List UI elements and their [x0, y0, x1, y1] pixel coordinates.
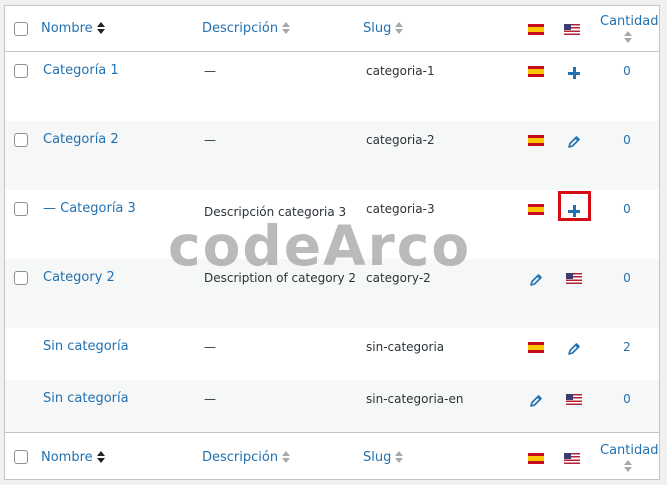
row-checkbox[interactable]	[14, 133, 28, 147]
spanish-flag-icon	[528, 453, 544, 464]
category-slug: categoria-1	[366, 64, 435, 78]
row-checkbox[interactable]	[14, 271, 28, 285]
column-count-header[interactable]: Cantidad	[600, 14, 658, 45]
sort-icon	[96, 22, 105, 34]
table-row: Categoría 2 — categoria-2 0	[5, 121, 659, 190]
column-description-footer[interactable]: Descripción	[202, 450, 291, 465]
sort-icon	[395, 22, 404, 34]
row-checkbox[interactable]	[14, 202, 28, 216]
category-count-link[interactable]: 2	[617, 340, 637, 354]
spanish-flag-icon	[528, 204, 544, 215]
table-row: Sin categoría — sin-categoria 2	[5, 328, 659, 380]
column-slug-header[interactable]: Slug	[363, 21, 404, 36]
english-flag-icon	[564, 453, 580, 464]
category-slug: sin-categoria-en	[366, 392, 464, 406]
column-name-header[interactable]: Nombre	[41, 21, 105, 36]
table-footer: Nombre Descripción Slug Cantidad	[5, 432, 659, 479]
row-checkbox[interactable]	[14, 64, 28, 78]
edit-translation-icon[interactable]	[566, 341, 582, 357]
column-slug-footer[interactable]: Slug	[363, 450, 404, 465]
category-count-link[interactable]: 0	[617, 271, 637, 285]
select-all-checkbox-footer[interactable]	[14, 450, 28, 464]
column-count-footer[interactable]: Cantidad	[600, 443, 658, 474]
spanish-flag-icon	[528, 135, 544, 146]
table-header: Nombre Descripción Slug Cantidad	[5, 6, 659, 52]
table-row: Categoría 1 — categoria-1 0	[5, 52, 659, 121]
category-description: —	[204, 64, 216, 78]
category-name-link[interactable]: Categoría 2	[43, 132, 119, 147]
sort-icon	[395, 451, 404, 463]
english-flag-icon	[564, 24, 580, 35]
category-name-link[interactable]: — Categoría 3	[43, 201, 136, 216]
sort-icon	[282, 451, 291, 463]
category-count-link[interactable]: 0	[617, 392, 637, 406]
category-count-link[interactable]: 0	[617, 202, 637, 216]
category-name-link[interactable]: Sin categoría	[43, 391, 129, 406]
sort-icon	[282, 22, 291, 34]
english-flag-icon	[566, 273, 582, 284]
column-description-header[interactable]: Descripción	[202, 21, 291, 36]
category-description: —	[204, 340, 216, 354]
category-count-link[interactable]: 0	[617, 133, 637, 147]
table-row: Sin categoría — sin-categoria-en 0	[5, 380, 659, 432]
spanish-flag-icon	[528, 66, 544, 77]
highlight-box	[558, 191, 591, 221]
spanish-flag-icon	[528, 342, 544, 353]
edit-translation-icon[interactable]	[528, 393, 544, 409]
sort-icon	[624, 460, 632, 472]
spanish-flag-icon	[528, 24, 544, 35]
category-name-link[interactable]: Category 2	[43, 270, 115, 285]
category-name-link[interactable]: Categoría 1	[43, 63, 119, 78]
category-description: —	[204, 392, 216, 406]
english-flag-icon	[566, 394, 582, 405]
select-all-checkbox[interactable]	[14, 22, 28, 36]
edit-translation-icon[interactable]	[528, 272, 544, 288]
category-name-link[interactable]: Sin categoría	[43, 339, 129, 354]
sort-icon	[96, 451, 105, 463]
category-count-link[interactable]: 0	[617, 64, 637, 78]
add-translation-icon[interactable]	[566, 65, 582, 81]
category-slug: categoria-2	[366, 133, 435, 147]
column-name-footer[interactable]: Nombre	[41, 450, 105, 465]
sort-icon	[624, 31, 632, 43]
category-description: —	[204, 133, 216, 147]
watermark: codeArco	[168, 214, 472, 278]
category-slug: sin-categoria	[366, 340, 445, 354]
edit-translation-icon[interactable]	[566, 134, 582, 150]
